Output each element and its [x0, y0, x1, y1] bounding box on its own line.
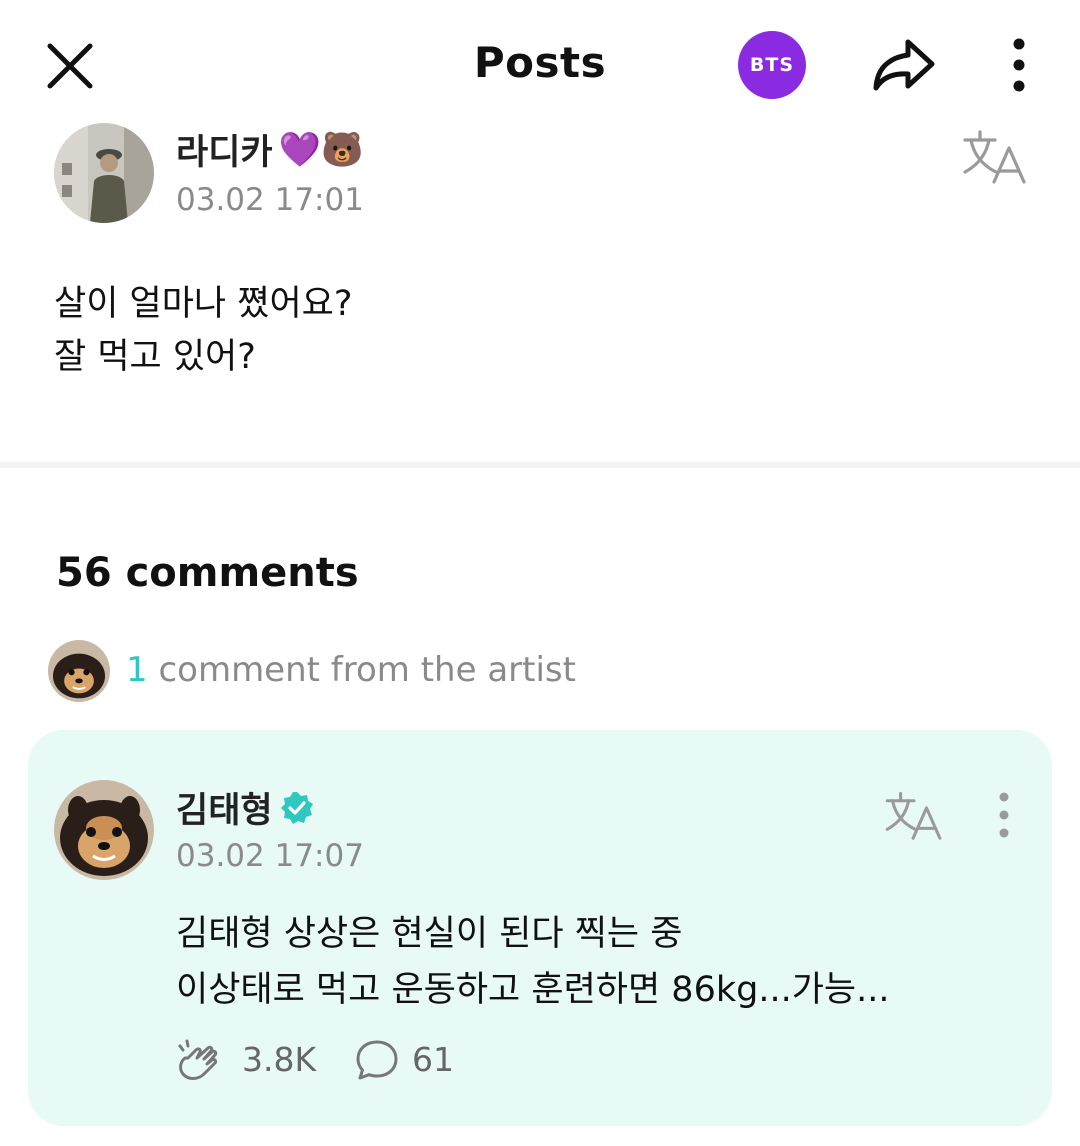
comment-body: 김태형 상상은 현실이 된다 찍는 중 이상태로 먹고 운동하고 훈련하면 86… — [176, 906, 889, 1018]
artist-avatar-small — [48, 640, 110, 702]
verified-badge-icon — [280, 791, 313, 824]
post-translate-button[interactable] — [962, 128, 1028, 184]
comment-author-name-text: 김태형 — [176, 791, 273, 831]
post-body-line: 살이 얼마나 쪘어요? — [54, 284, 353, 324]
reply-button[interactable] — [354, 1038, 400, 1082]
close-button[interactable] — [44, 40, 96, 92]
comment-bubble-icon — [356, 1040, 398, 1080]
comment-body-line: 김태형 상상은 현실이 된다 찍는 중 — [176, 914, 683, 954]
post-body-line: 잘 먹고 있어? — [54, 337, 256, 377]
share-button[interactable] — [870, 36, 938, 94]
post-body: 살이 얼마나 쪘어요? 잘 먹고 있어? — [54, 278, 1014, 384]
like-button[interactable] — [174, 1036, 226, 1082]
comments-count: 56 comments — [56, 550, 359, 596]
artist-comment-link[interactable]: 1 comment from the artist — [126, 650, 576, 690]
share-icon — [873, 39, 935, 91]
post-author-avatar[interactable] — [54, 123, 154, 223]
more-vertical-icon — [1013, 38, 1025, 92]
comment-body-line: 이상태로 먹고 운동하고 훈련하면 86kg...가능... — [176, 970, 890, 1010]
like-count: 3.8K — [242, 1040, 317, 1079]
comment-more-button[interactable] — [994, 790, 1014, 840]
post-author-emoji: 💜🐻 — [278, 129, 364, 170]
translate-icon — [885, 792, 942, 840]
post-author-name[interactable]: 라디카 💜🐻 — [176, 124, 363, 175]
more-vertical-icon — [999, 792, 1009, 838]
applause-icon — [178, 1039, 218, 1080]
section-divider — [0, 462, 1080, 468]
comment-translate-button[interactable] — [884, 790, 944, 840]
artist-comment-count: 1 — [126, 650, 148, 690]
community-badge-label: BTS — [749, 54, 795, 76]
reply-count: 61 — [412, 1040, 454, 1079]
comment-timestamp: 03.02 17:07 — [176, 838, 364, 874]
post-author-name-text: 라디카 — [176, 133, 273, 173]
translate-icon — [963, 130, 1026, 184]
more-options-button[interactable] — [1004, 38, 1034, 94]
community-badge-button[interactable]: BTS — [738, 31, 806, 99]
comment-author-avatar[interactable] — [54, 780, 154, 880]
comment-author-name[interactable]: 김태형 — [176, 782, 315, 833]
close-icon — [47, 43, 93, 89]
post-timestamp: 03.02 17:01 — [176, 182, 364, 218]
artist-comment-label: comment from the artist — [147, 650, 576, 690]
